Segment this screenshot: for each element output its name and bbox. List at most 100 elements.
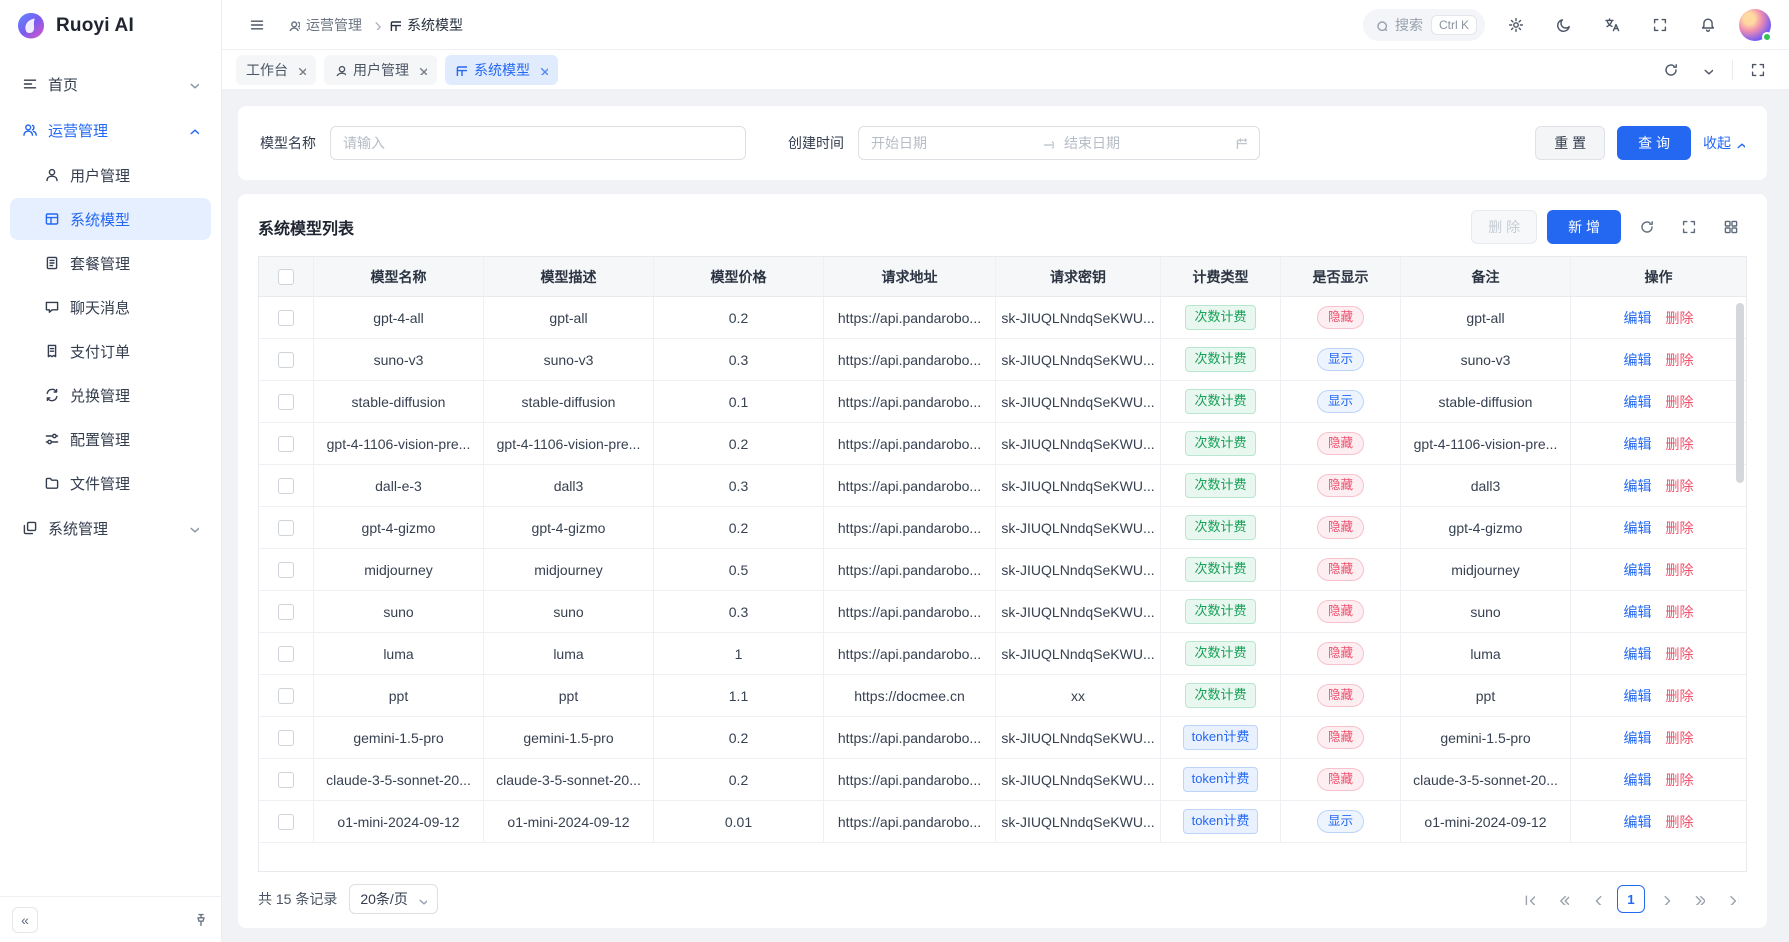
row-checkbox[interactable] (278, 352, 294, 368)
close-icon (537, 64, 548, 75)
delete-link[interactable]: 删除 (1666, 728, 1694, 748)
column-settings-button[interactable] (1715, 211, 1747, 243)
pagination-first-button[interactable] (1515, 885, 1543, 913)
sidebar-footer: « (0, 896, 221, 942)
delete-link[interactable]: 删除 (1666, 560, 1694, 580)
notifications-button[interactable] (1691, 8, 1725, 42)
cell-model-desc: gemini-1.5-pro (484, 717, 654, 758)
pagination-last-button[interactable] (1719, 885, 1747, 913)
delete-link[interactable]: 删除 (1666, 476, 1694, 496)
edit-link[interactable]: 编辑 (1624, 644, 1652, 664)
row-checkbox[interactable] (278, 436, 294, 452)
breadcrumb-item-operations[interactable]: 运营管理 (288, 15, 362, 35)
row-checkbox[interactable] (278, 604, 294, 620)
pagination-next-button[interactable] (1651, 885, 1679, 913)
pagination-jump-back-button[interactable] (1549, 885, 1577, 913)
edit-link[interactable]: 编辑 (1624, 308, 1652, 328)
edit-link[interactable]: 编辑 (1624, 686, 1652, 706)
page-size-select[interactable]: 20条/页 (349, 884, 437, 914)
sidebar-item-user-management[interactable]: 用户管理 (10, 154, 211, 196)
delete-link[interactable]: 删除 (1666, 518, 1694, 538)
reset-button[interactable]: 重 置 (1535, 126, 1605, 160)
edit-link[interactable]: 编辑 (1624, 518, 1652, 538)
dark-mode-button[interactable] (1547, 8, 1581, 42)
row-checkbox[interactable] (278, 772, 294, 788)
edit-link[interactable]: 编辑 (1624, 728, 1652, 748)
cell-remark: gpt-all (1401, 297, 1571, 338)
row-checkbox[interactable] (278, 394, 294, 410)
language-button[interactable] (1595, 8, 1629, 42)
edit-link[interactable]: 编辑 (1624, 812, 1652, 832)
delete-link[interactable]: 删除 (1666, 392, 1694, 412)
table-fullscreen-button[interactable] (1673, 211, 1705, 243)
edit-link[interactable]: 编辑 (1624, 350, 1652, 370)
delete-link[interactable]: 删除 (1666, 350, 1694, 370)
tab-system-model[interactable]: 系统模型 (445, 55, 558, 85)
tab-close-button[interactable] (416, 64, 427, 75)
delete-link[interactable]: 删除 (1666, 308, 1694, 328)
row-checkbox[interactable] (278, 478, 294, 494)
edit-link[interactable]: 编辑 (1624, 392, 1652, 412)
tab-user-management[interactable]: 用户管理 (324, 55, 437, 85)
row-checkbox[interactable] (278, 688, 294, 704)
table-refresh-button[interactable] (1631, 211, 1663, 243)
sidebar-item-file-management[interactable]: 文件管理 (10, 462, 211, 504)
edit-link[interactable]: 编辑 (1624, 602, 1652, 622)
sidebar-item-system-management[interactable]: 系统管理 (10, 506, 211, 550)
sidebar-item-home[interactable]: 首页 (10, 62, 211, 106)
sidebar-item-operations[interactable]: 运营管理 (10, 108, 211, 152)
bulk-delete-button[interactable]: 删 除 (1471, 210, 1537, 244)
user-avatar[interactable] (1739, 9, 1771, 41)
query-button[interactable]: 查 询 (1617, 126, 1691, 160)
row-checkbox[interactable] (278, 730, 294, 746)
tab-menu-button[interactable] (1690, 53, 1724, 87)
model-name-input[interactable]: 请输入 (330, 126, 746, 160)
pagination-prev-button[interactable] (1583, 885, 1611, 913)
billing-type-tag: 次数计费 (1185, 347, 1255, 371)
add-button[interactable]: 新 增 (1547, 210, 1621, 244)
edit-link[interactable]: 编辑 (1624, 770, 1652, 790)
tab-close-button[interactable] (537, 64, 548, 75)
sidebar-collapse-button[interactable]: « (12, 907, 38, 933)
delete-link[interactable]: 删除 (1666, 602, 1694, 622)
content-fullscreen-button[interactable] (1741, 53, 1775, 87)
global-search[interactable]: 搜索 Ctrl K (1363, 9, 1485, 41)
tab-workbench[interactable]: 工作台 (236, 55, 316, 85)
delete-link[interactable]: 删除 (1666, 812, 1694, 832)
select-all-checkbox[interactable] (278, 269, 294, 285)
sidebar-item-config-management[interactable]: 配置管理 (10, 418, 211, 460)
pagination-jump-forward-button[interactable] (1685, 885, 1713, 913)
edit-link[interactable]: 编辑 (1624, 434, 1652, 454)
row-checkbox[interactable] (278, 520, 294, 536)
sidebar-toggle-button[interactable] (240, 8, 274, 42)
breadcrumb-item-system-model[interactable]: 系统模型 (389, 15, 463, 35)
collapse-filter-link[interactable]: 收起 (1703, 133, 1745, 153)
sidebar-item-package-management[interactable]: 套餐管理 (10, 242, 211, 284)
row-checkbox[interactable] (278, 646, 294, 662)
sidebar-item-payment-orders[interactable]: 支付订单 (10, 330, 211, 372)
create-time-range-picker[interactable]: 开始日期 结束日期 (858, 126, 1260, 160)
delete-link[interactable]: 删除 (1666, 770, 1694, 790)
visibility-tag: 隐藏 (1317, 600, 1364, 624)
delete-link[interactable]: 删除 (1666, 434, 1694, 454)
refresh-tab-button[interactable] (1654, 53, 1688, 87)
row-checkbox[interactable] (278, 562, 294, 578)
edit-link[interactable]: 编辑 (1624, 476, 1652, 496)
pin-icon[interactable] (193, 912, 209, 928)
pagination-page-1[interactable]: 1 (1617, 885, 1645, 913)
sidebar-item-chat-messages[interactable]: 聊天消息 (10, 286, 211, 328)
table-scrollbar[interactable] (1736, 303, 1744, 483)
fullscreen-button[interactable] (1643, 8, 1677, 42)
delete-link[interactable]: 删除 (1666, 686, 1694, 706)
row-checkbox[interactable] (278, 814, 294, 830)
row-checkbox[interactable] (278, 310, 294, 326)
tab-close-button[interactable] (295, 64, 306, 75)
cell-request-url: https://api.pandarobo... (824, 633, 996, 674)
edit-link[interactable]: 编辑 (1624, 560, 1652, 580)
delete-link[interactable]: 删除 (1666, 644, 1694, 664)
billing-type-tag: 次数计费 (1185, 473, 1255, 497)
sidebar-item-system-model[interactable]: 系统模型 (10, 198, 211, 240)
table-row-clipped (259, 843, 1746, 871)
settings-button[interactable] (1499, 8, 1533, 42)
sidebar-item-exchange-management[interactable]: 兑换管理 (10, 374, 211, 416)
